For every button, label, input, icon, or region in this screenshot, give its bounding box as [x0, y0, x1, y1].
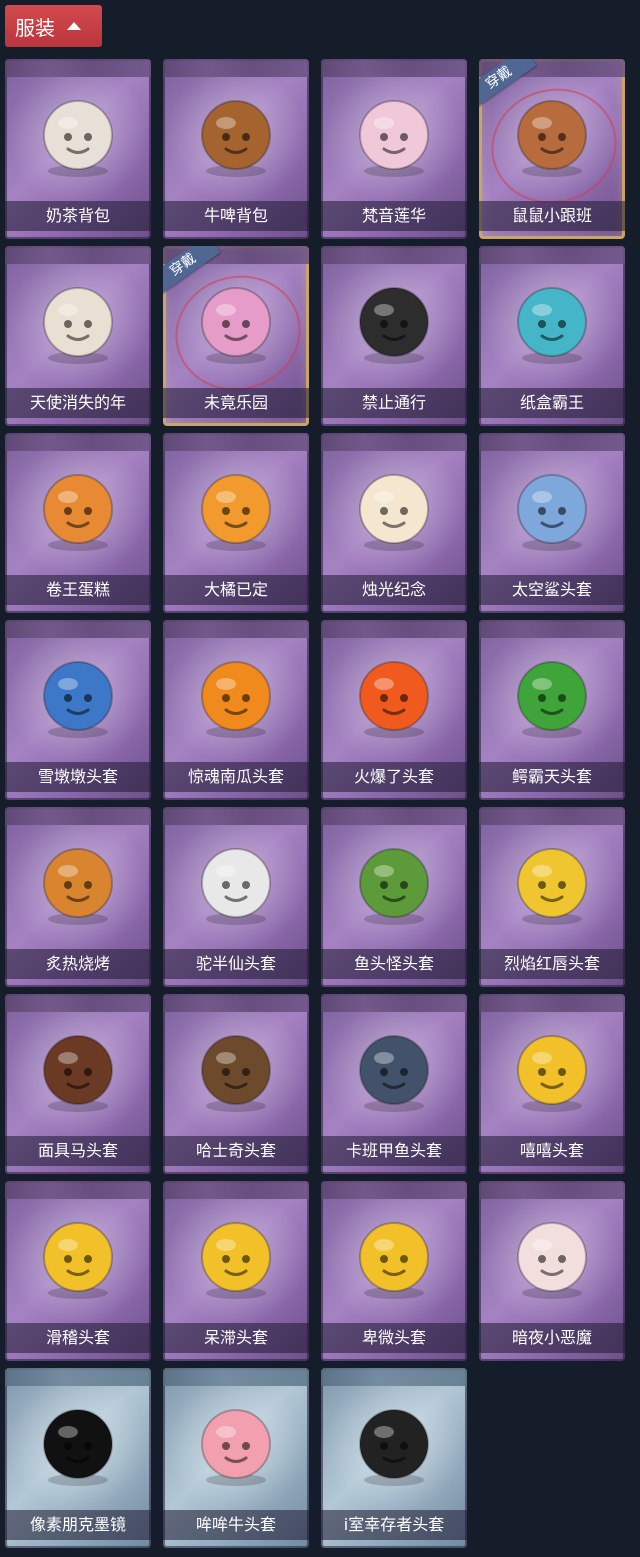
outfit-card[interactable]: 雪墩墩头套 — [5, 620, 151, 800]
outfit-name: 鱼头怪头套 — [321, 949, 467, 979]
lotus-character-icon — [346, 85, 442, 181]
grin-emoji-helmet-icon — [504, 1020, 600, 1116]
outfit-name: 滑稽头套 — [5, 1323, 151, 1353]
outfit-card[interactable]: 驼半仙头套 — [163, 807, 309, 987]
outfit-name: 雪墩墩头套 — [5, 762, 151, 792]
outfit-name: 禁止通行 — [321, 388, 467, 418]
box-dinosaur-icon — [504, 272, 600, 368]
outfit-name: 驼半仙头套 — [163, 949, 309, 979]
outfit-card[interactable]: 像素朋克墨镜 — [5, 1368, 151, 1548]
outfit-card[interactable]: 天使消失的年 — [5, 246, 151, 426]
husky-mask-icon — [188, 1020, 284, 1116]
fish-head-mask-icon — [346, 833, 442, 929]
wardrobe-header[interactable]: 服装 — [5, 5, 102, 47]
grilled-meat-icon — [30, 833, 126, 929]
outfit-name: 卡班甲鱼头套 — [321, 1136, 467, 1166]
outfit-name: 呆滞头套 — [163, 1323, 309, 1353]
outfit-card[interactable]: 哈士奇头套 — [163, 994, 309, 1174]
roll-cake-icon — [30, 459, 126, 555]
snowman-helmet-icon — [30, 646, 126, 742]
header-title: 服装 — [15, 15, 55, 40]
orange-slice-icon — [188, 459, 284, 555]
outfit-card[interactable]: i室幸存者头套 — [321, 1368, 467, 1548]
outfit-name: 太空鲨头套 — [479, 575, 625, 605]
funny-emoji-helmet-icon — [30, 1207, 126, 1303]
outfit-card[interactable]: 烛光纪念 — [321, 433, 467, 613]
outfit-card[interactable]: 梵音莲华 — [321, 59, 467, 239]
candle-icon — [346, 459, 442, 555]
outfit-name: 面具马头套 — [5, 1136, 151, 1166]
outfit-card[interactable]: 暗夜小恶魔 — [479, 1181, 625, 1361]
outfit-name: 火爆了头套 — [321, 762, 467, 792]
outfit-card[interactable]: 纸盒霸王 — [479, 246, 625, 426]
outfit-card[interactable]: 鳄霸天头套 — [479, 620, 625, 800]
milk-tea-backpack-icon — [30, 85, 126, 181]
hamster-pet-icon — [504, 85, 600, 181]
outfit-name: 天使消失的年 — [5, 388, 151, 418]
space-shark-helmet-icon — [504, 459, 600, 555]
outfit-name: 烛光纪念 — [321, 575, 467, 605]
outfit-card[interactable]: 鱼头怪头套 — [321, 807, 467, 987]
cow-helmet-icon — [188, 1394, 284, 1490]
outfit-name: 卑微头套 — [321, 1323, 467, 1353]
outfit-name: 卷王蛋糕 — [5, 575, 151, 605]
outfit-name: 暗夜小恶魔 — [479, 1323, 625, 1353]
outfit-card[interactable]: 奶茶背包 — [5, 59, 151, 239]
angel-doll-icon — [30, 272, 126, 368]
outfit-card[interactable]: 禁止通行 — [321, 246, 467, 426]
outfit-card[interactable]: 面具马头套 — [5, 994, 151, 1174]
outfit-name: 炙热烧烤 — [5, 949, 151, 979]
pumpkin-helmet-icon — [188, 646, 284, 742]
cow-beer-backpack-icon — [188, 85, 284, 181]
yellow-mouse-mask-icon — [504, 833, 600, 929]
outfit-card[interactable]: 炙热烧烤 — [5, 807, 151, 987]
fish-helmet-icon — [346, 1020, 442, 1116]
outfit-name: 哈士奇头套 — [163, 1136, 309, 1166]
outfit-name: 未竟乐园 — [163, 388, 309, 418]
outfit-name: 梵音莲华 — [321, 201, 467, 231]
fire-helmet-icon — [346, 646, 442, 742]
outfit-card[interactable]: 大橘已定 — [163, 433, 309, 613]
outfit-card[interactable]: 穿戴 未竟乐园 — [163, 246, 309, 426]
outfit-name: 奶茶背包 — [5, 201, 151, 231]
collapse-caret-icon — [67, 22, 81, 30]
outfit-card[interactable]: 烈焰红唇头套 — [479, 807, 625, 987]
panda-sunglasses-icon — [188, 833, 284, 929]
star-girl-icon — [188, 272, 284, 368]
outfit-name: 惊魂南瓜头套 — [163, 762, 309, 792]
outfit-card[interactable]: 惊魂南瓜头套 — [163, 620, 309, 800]
outfit-name: 鼠鼠小跟班 — [479, 201, 625, 231]
outfit-card[interactable]: 穿戴 鼠鼠小跟班 — [479, 59, 625, 239]
gas-mask-icon — [346, 1394, 442, 1490]
little-devil-icon — [504, 1207, 600, 1303]
outfit-grid: 奶茶背包 牛啤背包 梵音莲华 穿戴 鼠鼠小跟班天使消失的年 穿戴 未竟乐园 禁止通行 纸盒霸王卷… — [5, 59, 637, 1548]
outfit-name: 牛啤背包 — [163, 201, 309, 231]
outfit-name: 纸盒霸王 — [479, 388, 625, 418]
outfit-name: 哞哞牛头套 — [163, 1510, 309, 1540]
outfit-card[interactable]: 太空鲨头套 — [479, 433, 625, 613]
outfit-card[interactable]: 呆滞头套 — [163, 1181, 309, 1361]
humble-emoji-helmet-icon — [346, 1207, 442, 1303]
outfit-name: 烈焰红唇头套 — [479, 949, 625, 979]
pixel-sunglasses-icon — [30, 1394, 126, 1490]
outfit-card[interactable]: 火爆了头套 — [321, 620, 467, 800]
outfit-card[interactable]: 哞哞牛头套 — [163, 1368, 309, 1548]
outfit-card[interactable]: 卷王蛋糕 — [5, 433, 151, 613]
outfit-name: 鳄霸天头套 — [479, 762, 625, 792]
outfit-name: 嘻嘻头套 — [479, 1136, 625, 1166]
outfit-card[interactable]: 卑微头套 — [321, 1181, 467, 1361]
crocodile-helmet-icon — [504, 646, 600, 742]
no-entry-sign-icon — [346, 272, 442, 368]
outfit-card[interactable]: 卡班甲鱼头套 — [321, 994, 467, 1174]
outfit-name: 大橘已定 — [163, 575, 309, 605]
horse-mask-icon — [30, 1020, 126, 1116]
outfit-card[interactable]: 牛啤背包 — [163, 59, 309, 239]
stare-emoji-helmet-icon — [188, 1207, 284, 1303]
outfit-name: 像素朋克墨镜 — [5, 1510, 151, 1540]
outfit-card[interactable]: 嘻嘻头套 — [479, 994, 625, 1174]
outfit-name: i室幸存者头套 — [321, 1510, 467, 1540]
outfit-card[interactable]: 滑稽头套 — [5, 1181, 151, 1361]
